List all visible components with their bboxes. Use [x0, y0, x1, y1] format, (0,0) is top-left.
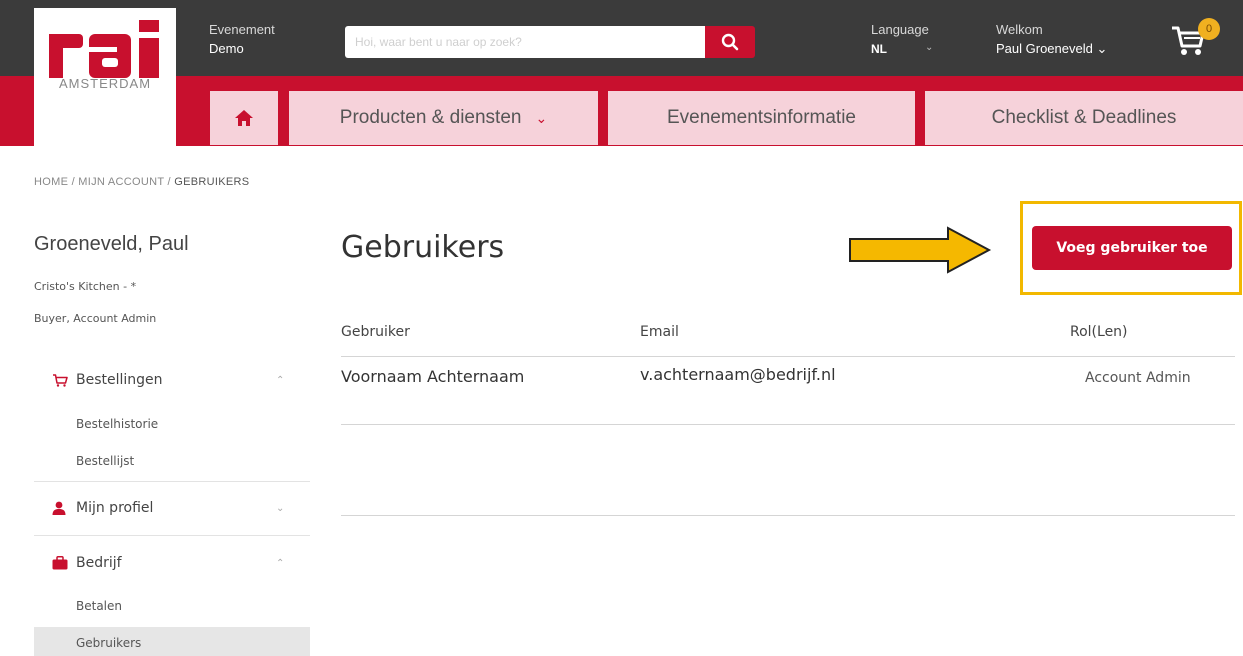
- row-email: v.achternaam@bedrijf.nl: [640, 365, 836, 384]
- table-row-divider: [341, 424, 1235, 425]
- chevron-up-icon: ⌃: [276, 557, 285, 569]
- sidebar-section-mijn-profiel[interactable]: Mijn profiel ⌄: [34, 483, 310, 533]
- logo-subtext: AMSTERDAM: [58, 76, 152, 91]
- user-name: Paul Groeneveld: [996, 41, 1093, 56]
- welcome-label: Welkom: [996, 22, 1043, 37]
- chevron-down-icon: ⌄: [276, 502, 285, 514]
- briefcase-icon: [52, 555, 70, 571]
- chevron-down-icon: ⌄: [1092, 41, 1108, 56]
- table-header-divider: [341, 356, 1235, 357]
- sidebar-item-bestellijst[interactable]: Bestellijst: [34, 445, 310, 477]
- home-icon: [235, 110, 253, 126]
- column-header-user: Gebruiker: [341, 324, 410, 340]
- row-role: Account Admin: [1085, 370, 1191, 386]
- breadcrumb-home[interactable]: HOME: [34, 176, 68, 188]
- add-user-button[interactable]: Voeg gebruiker toe: [1032, 226, 1232, 270]
- tab-producten[interactable]: Producten & diensten ⌄: [289, 91, 598, 145]
- cart-count-badge: 0: [1198, 18, 1220, 40]
- search-button[interactable]: [705, 26, 755, 58]
- tab-evenementsinformatie[interactable]: Evenementsinformatie: [608, 91, 915, 145]
- sidebar-section-bestellingen[interactable]: Bestellingen ⌃: [34, 355, 310, 405]
- tab-label: Checklist & Deadlines: [991, 107, 1177, 128]
- breadcrumb-current: GEBRUIKERS: [174, 176, 250, 188]
- user-icon: [52, 500, 70, 516]
- account-company: Cristo's Kitchen - *: [34, 280, 137, 293]
- rai-logo-mark: [49, 20, 159, 78]
- search-icon: [721, 33, 739, 51]
- language-label: Language: [871, 22, 929, 37]
- sidebar-section-label: Bedrijf: [76, 555, 122, 571]
- breadcrumb: HOME / MIJN ACCOUNT / GEBRUIKERS: [34, 176, 249, 188]
- sidebar-item-betalen[interactable]: Betalen: [34, 590, 310, 622]
- user-menu[interactable]: Paul Groeneveld ⌄: [996, 41, 1107, 57]
- rai-logo[interactable]: AMSTERDAM: [34, 8, 176, 148]
- sidebar-item-gebruikers[interactable]: Gebruikers: [34, 627, 310, 656]
- column-header-email: Email: [640, 324, 679, 340]
- account-roles: Buyer, Account Admin: [34, 312, 157, 325]
- sidebar-section-bedrijf[interactable]: Bedrijf ⌃: [34, 538, 310, 588]
- sidebar-item-bestelhistorie[interactable]: Bestelhistorie: [34, 408, 310, 440]
- sidebar-divider: [34, 481, 310, 482]
- row-user: Voornaam Achternaam: [341, 367, 525, 386]
- breadcrumb-separator: /: [167, 176, 171, 188]
- event-value[interactable]: Demo: [209, 41, 244, 56]
- sidebar-section-label: Bestellingen: [76, 372, 163, 388]
- table-footer-divider: [341, 515, 1235, 516]
- tab-home[interactable]: [210, 91, 278, 145]
- tab-label: Producten & diensten: [339, 107, 522, 128]
- breadcrumb-separator: /: [71, 176, 75, 188]
- page-title: Gebruikers: [341, 230, 505, 265]
- language-select[interactable]: NL: [871, 42, 887, 56]
- chevron-down-icon[interactable]: ⌄: [925, 42, 933, 53]
- sidebar-divider: [34, 535, 310, 536]
- tab-label: Evenementsinformatie: [666, 107, 857, 128]
- column-header-role: Rol(Len): [1070, 324, 1128, 340]
- arrow-right-icon: [849, 226, 992, 274]
- chevron-down-icon: ⌄: [535, 109, 548, 126]
- chevron-up-icon: ⌃: [276, 374, 285, 386]
- search-input[interactable]: [345, 26, 705, 58]
- breadcrumb-account[interactable]: MIJN ACCOUNT: [78, 176, 164, 188]
- event-label: Evenement: [209, 22, 275, 37]
- tab-checklist[interactable]: Checklist & Deadlines: [925, 91, 1243, 145]
- account-name: Groeneveld, Paul: [34, 233, 189, 255]
- cart-icon: [52, 372, 70, 388]
- sidebar-section-label: Mijn profiel: [76, 500, 154, 516]
